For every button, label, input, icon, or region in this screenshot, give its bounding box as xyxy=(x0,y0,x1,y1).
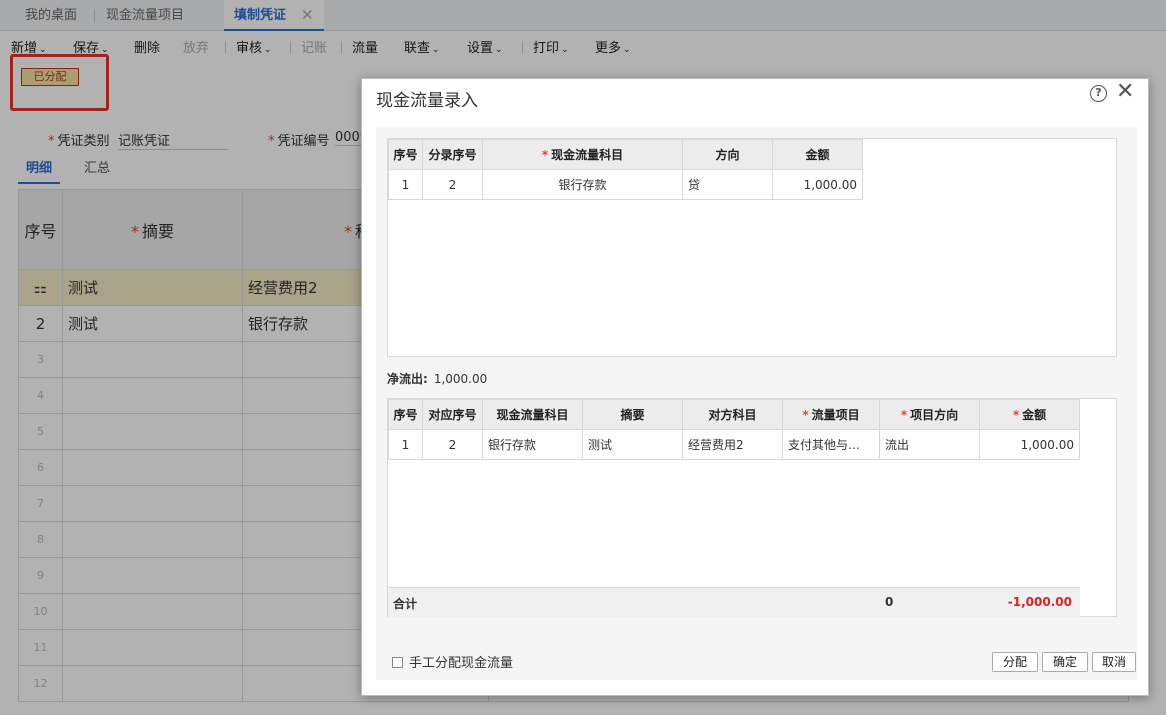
manual-allocate-checkbox[interactable]: 手工分配现金流量 xyxy=(392,652,513,671)
cell-entry-seq: 2 xyxy=(422,169,483,200)
cell-cashflow-subject: 银行存款 xyxy=(482,429,583,460)
cell-cashflow-subject[interactable]: 银行存款 xyxy=(482,169,683,200)
col-item-direction-text: 项目方向 xyxy=(910,408,959,422)
total-amount: -1,000.00 xyxy=(1007,595,1072,609)
col-corr-seq-header: 对应序号 xyxy=(422,399,483,430)
table-row[interactable]: 1 2 银行存款 贷 1,000.00 xyxy=(388,169,863,200)
required-mark: * xyxy=(900,408,908,422)
checkbox-icon[interactable] xyxy=(392,657,403,668)
cashflow-subject-table: 序号 分录序号 * 现金流量科目 方向 金额 1 2 银行存款 贷 1,000.0… xyxy=(388,139,863,200)
col-amount-text: 金额 xyxy=(1022,408,1047,422)
net-outflow: 净流出: 1,000.00 xyxy=(387,370,487,387)
confirm-button[interactable]: 确定 xyxy=(1042,652,1088,672)
required-mark: * xyxy=(541,148,549,162)
cashflow-subject-grid: 序号 分录序号 * 现金流量科目 方向 金额 1 2 银行存款 贷 1,000.0… xyxy=(387,138,1117,357)
col-cashflow-subject-header: 现金流量科目 xyxy=(482,399,583,430)
cashflow-entry-dialog: 现金流量录入 ? ✕ 序号 分录序号 * 现金流量科目 方向 金额 1 2 银行存… xyxy=(361,78,1149,696)
col-summary-header: 摘要 xyxy=(582,399,683,430)
col-entry-seq-header: 分录序号 xyxy=(422,139,483,170)
required-mark: * xyxy=(1012,408,1020,422)
cell-counter-subject: 经营费用2 xyxy=(682,429,783,460)
col-cashflow-subject-header: * 现金流量科目 xyxy=(482,139,683,170)
total-row: 合计 0 -1,000.00 xyxy=(388,587,1080,617)
cell-flow-item[interactable]: 支付其他与… xyxy=(782,429,880,460)
col-counter-subject-header: 对方科目 xyxy=(682,399,783,430)
cashflow-item-grid: 序号 对应序号 现金流量科目 摘要 对方科目 * 流量项目 * 项目方向 * 金额 1… xyxy=(387,398,1117,617)
col-flow-item-text: 流量项目 xyxy=(811,408,860,422)
cell-amount: 1,000.00 xyxy=(772,169,863,200)
col-seq-header: 序号 xyxy=(388,399,423,430)
cell-corr-seq: 2 xyxy=(422,429,483,460)
total-count: 0 xyxy=(885,595,894,609)
cell-seq: 1 xyxy=(388,169,423,200)
col-seq-header: 序号 xyxy=(388,139,423,170)
cashflow-item-table: 序号 对应序号 现金流量科目 摘要 对方科目 * 流量项目 * 项目方向 * 金额 1… xyxy=(388,399,1080,460)
manual-allocate-label: 手工分配现金流量 xyxy=(409,656,514,671)
net-outflow-label: 净流出: xyxy=(387,372,428,386)
cell-seq: 1 xyxy=(388,429,423,460)
help-icon[interactable]: ? xyxy=(1090,85,1107,102)
col-item-direction-header: * 项目方向 xyxy=(879,399,980,430)
allocate-button[interactable]: 分配 xyxy=(992,652,1038,672)
col-flow-item-header: * 流量项目 xyxy=(782,399,880,430)
cell-amount[interactable]: 1,000.00 xyxy=(979,429,1080,460)
table-header-row: 序号 分录序号 * 现金流量科目 方向 金额 xyxy=(388,139,863,170)
cancel-button[interactable]: 取消 xyxy=(1092,652,1136,672)
table-row[interactable]: 1 2 银行存款 测试 经营费用2 支付其他与… 流出 1,000.00 xyxy=(388,429,1080,460)
col-direction-header: 方向 xyxy=(682,139,773,170)
table-header-row: 序号 对应序号 现金流量科目 摘要 对方科目 * 流量项目 * 项目方向 * 金额 xyxy=(388,399,1080,430)
net-outflow-value: 1,000.00 xyxy=(433,372,488,386)
col-amount-header: 金额 xyxy=(772,139,863,170)
dialog-title: 现金流量录入 xyxy=(376,91,478,111)
col-amount-header: * 金额 xyxy=(979,399,1080,430)
cell-item-direction[interactable]: 流出 xyxy=(879,429,980,460)
total-label: 合计 xyxy=(393,597,418,611)
cell-direction: 贷 xyxy=(682,169,773,200)
required-mark: * xyxy=(802,408,809,422)
col-cashflow-subject-text: 现金流量科目 xyxy=(551,148,624,162)
close-icon[interactable]: ✕ xyxy=(1116,79,1134,104)
cell-summary: 测试 xyxy=(582,429,683,460)
